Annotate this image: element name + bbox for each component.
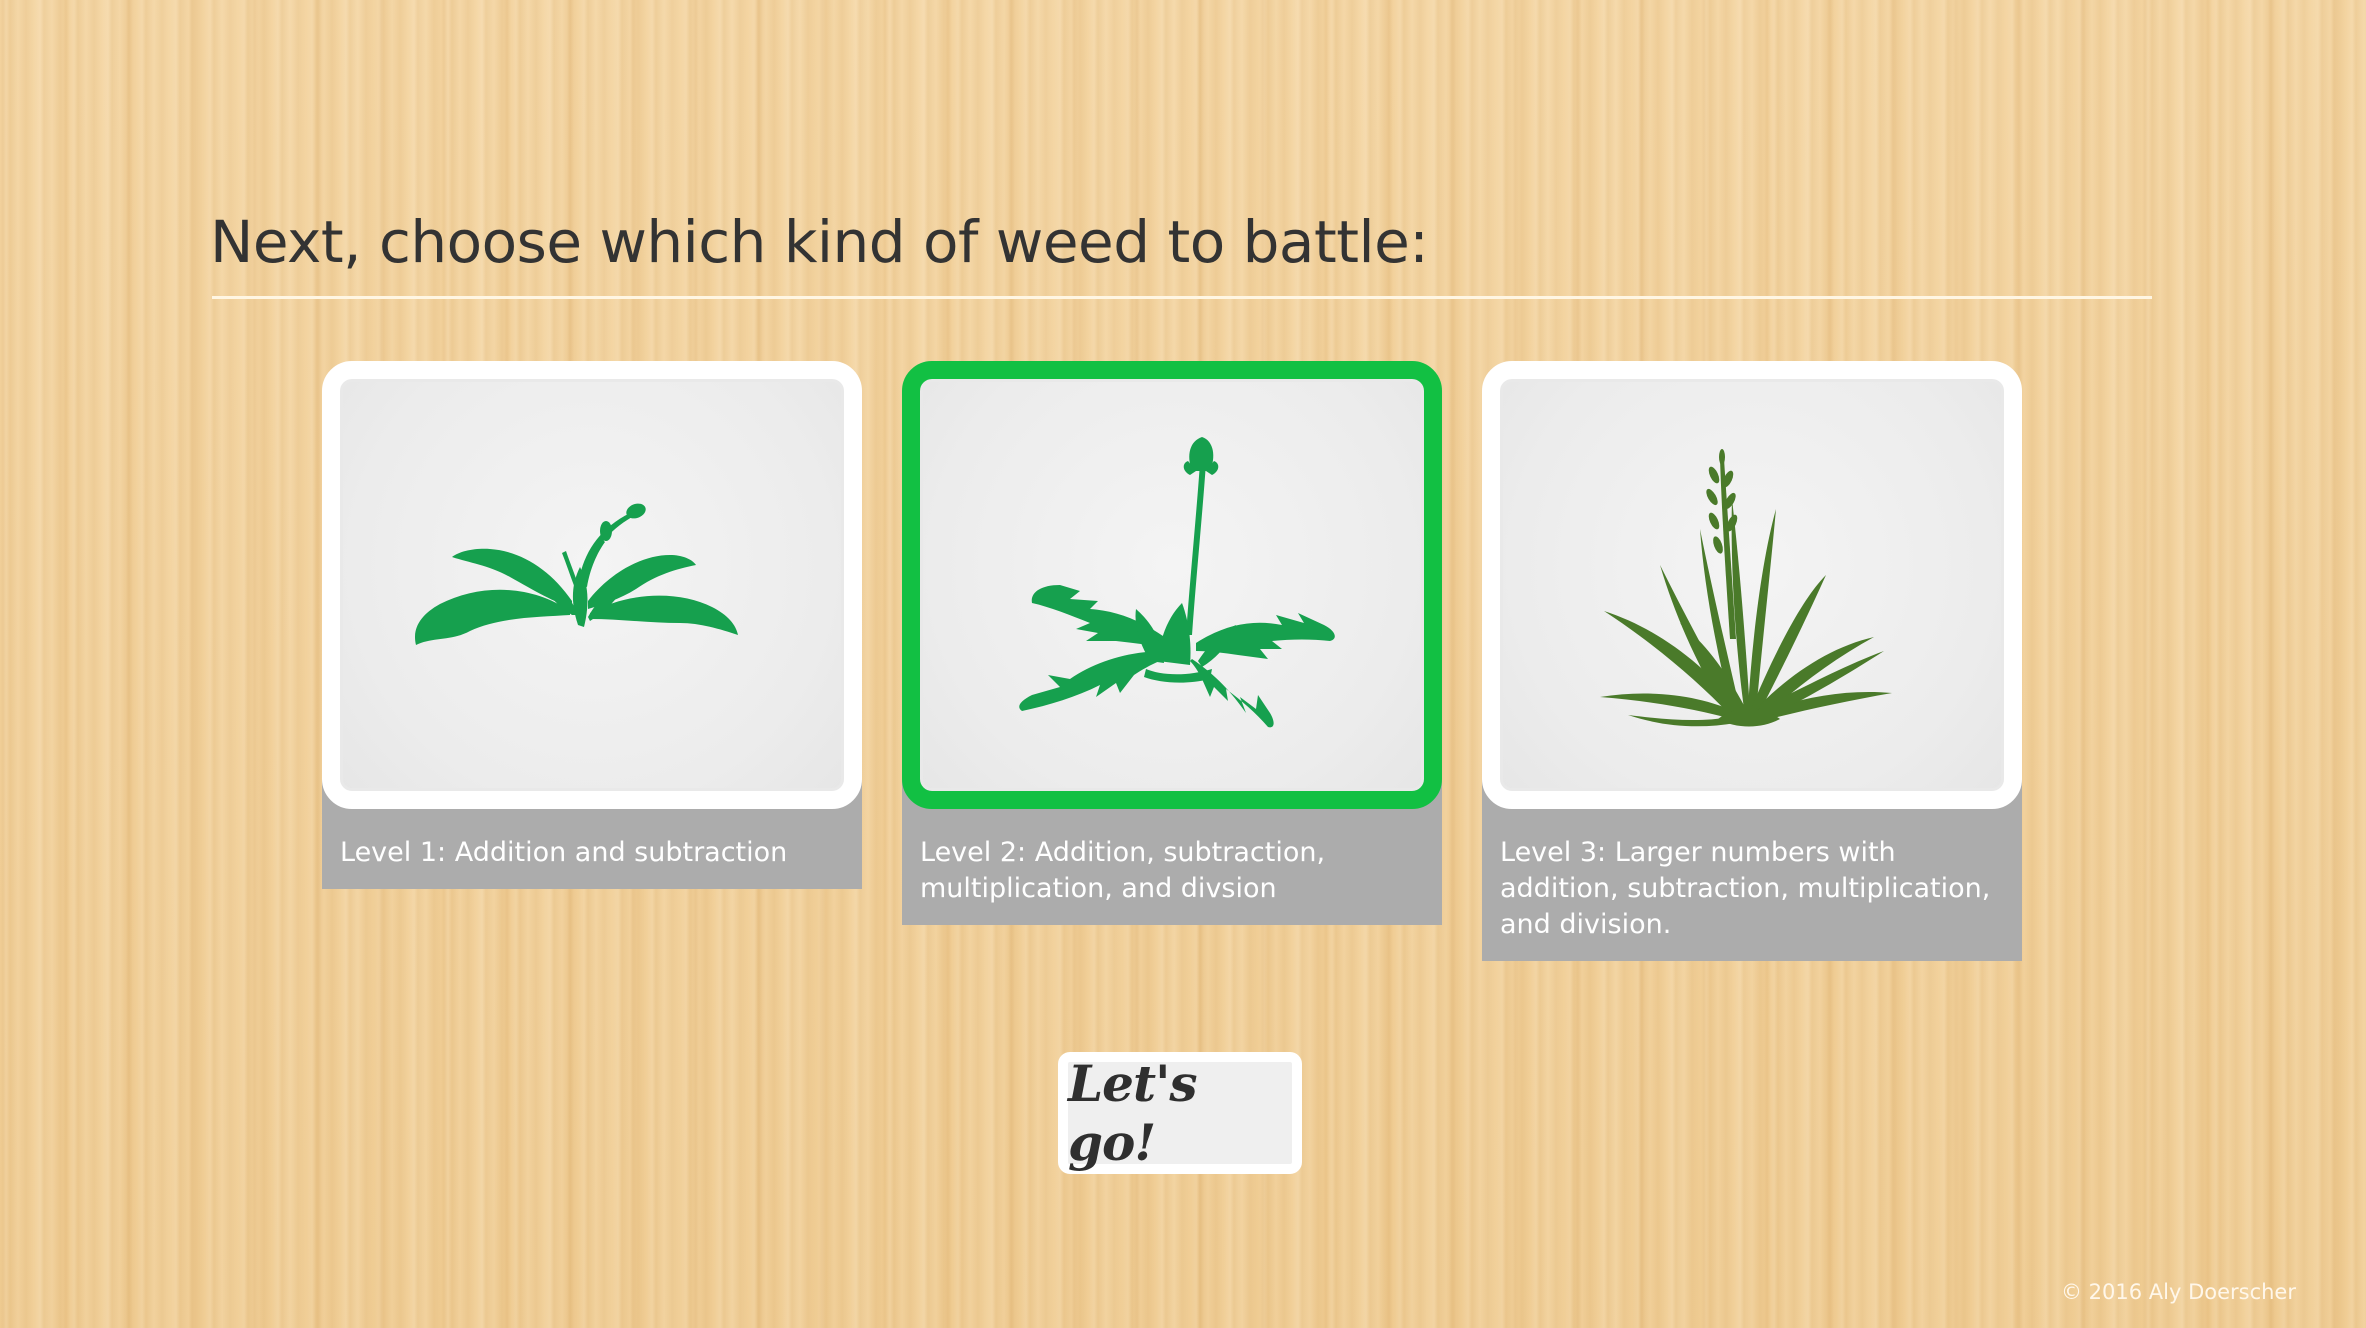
level-card-1[interactable]: Level 1: Addition and subtraction <box>322 361 862 889</box>
page-title: Next, choose which kind of weed to battl… <box>210 208 1429 276</box>
grass-weed-icon <box>1600 449 1892 727</box>
level-1-tile[interactable] <box>322 361 862 809</box>
title-divider <box>212 296 2152 299</box>
level-3-tile[interactable] <box>1482 361 2022 809</box>
level-card-2[interactable]: Level 2: Addition, subtraction, multipli… <box>902 361 1442 925</box>
level-2-tile[interactable] <box>902 361 1442 809</box>
lets-go-button[interactable]: Let's go! <box>1058 1052 1302 1174</box>
copyright-footer: © 2016 Aly Doerscher <box>2060 1280 2296 1304</box>
level-card-3[interactable]: Level 3: Larger numbers with addition, s… <box>1482 361 2022 961</box>
plantain-weed-icon <box>415 503 738 645</box>
dandelion-weed-icon <box>1019 437 1335 728</box>
